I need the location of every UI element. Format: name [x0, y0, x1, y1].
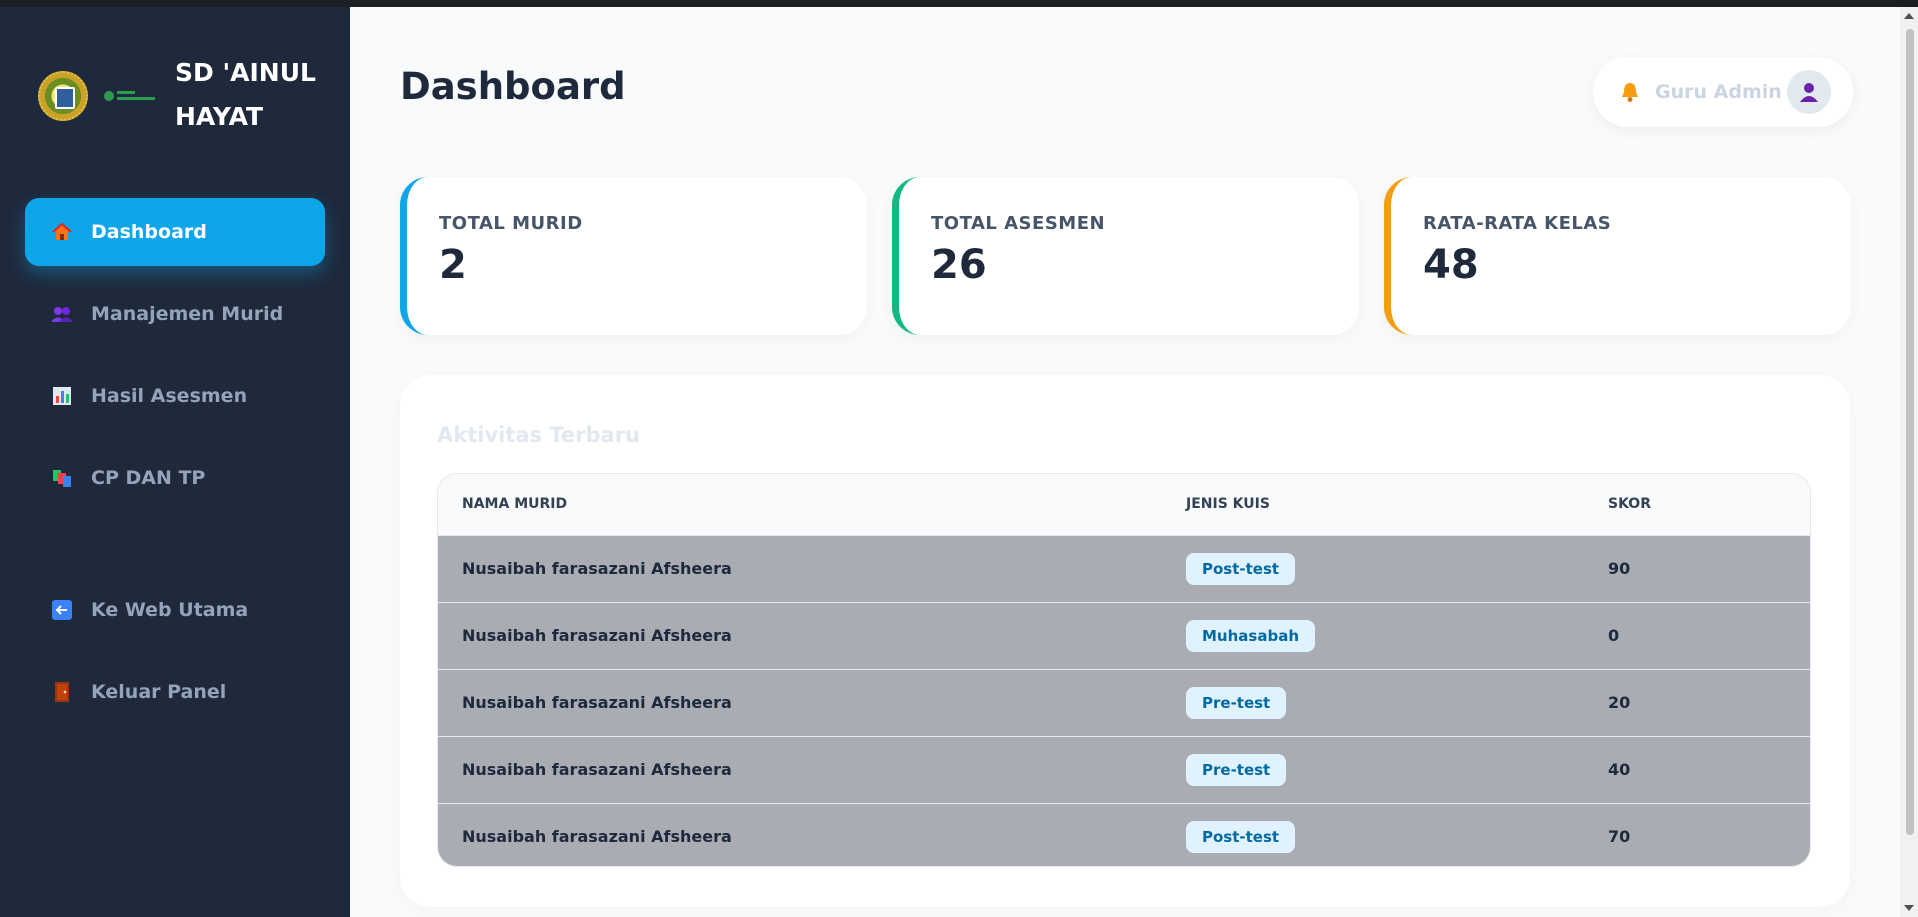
table-row[interactable]: Nusaibah farasazani Afsheera Muhasabah 0: [438, 602, 1810, 669]
column-header-nama-murid: NAMA MURID: [462, 496, 568, 513]
sidebar-item-label: Ke Web Utama: [91, 599, 249, 621]
brand-name: SD 'AINUL HAYAT: [175, 58, 316, 131]
table-row[interactable]: Nusaibah farasazani Afsheera Pre-test 40: [438, 736, 1810, 803]
score-cell: 40: [1608, 760, 1631, 779]
back-arrow-icon: [51, 599, 73, 621]
table-row[interactable]: Nusaibah farasazani Afsheera Pre-test 20: [438, 669, 1810, 736]
score-cell: 70: [1608, 827, 1631, 847]
scroll-up-arrow-icon[interactable]: [1904, 13, 1914, 19]
activity-title: Aktivitas Terbaru: [437, 423, 641, 447]
student-name-cell: Nusaibah farasazani Afsheera: [462, 693, 732, 712]
stat-card-total-murid: TOTAL MURID 2: [400, 177, 867, 335]
quiz-type-badge: Pre-test: [1186, 686, 1287, 719]
users-icon: [51, 303, 73, 325]
door-icon: [51, 681, 73, 703]
table-header-row: NAMA MURID JENIS KUIS SKOR: [438, 474, 1810, 535]
table-row[interactable]: Nusaibah farasazani Afsheera Post-test 7…: [438, 803, 1810, 866]
student-name-cell: Nusaibah farasazani Afsheera: [462, 626, 732, 645]
sidebar-item-label: Keluar Panel: [91, 681, 227, 703]
bar-chart-icon: [51, 385, 73, 407]
avatar[interactable]: [1787, 70, 1831, 114]
stat-value: 2: [439, 242, 467, 288]
partner-logo: [104, 88, 156, 104]
sidebar-item-label: Manajemen Murid: [91, 303, 284, 325]
recent-activity-panel: Aktivitas Terbaru NAMA MURID JENIS KUIS …: [400, 375, 1850, 907]
sidebar-item-keluar-panel[interactable]: Keluar Panel: [25, 658, 325, 726]
activity-table: NAMA MURID JENIS KUIS SKOR Nusaibah fara…: [437, 473, 1811, 867]
sidebar: SD 'AINUL HAYAT Dashboard Manajemen Muri…: [0, 7, 350, 917]
scroll-thumb[interactable]: [1906, 29, 1914, 835]
browser-top-bar: [0, 0, 1918, 7]
house-icon: [51, 221, 73, 243]
student-name-cell: Nusaibah farasazani Afsheera: [462, 760, 732, 779]
stat-card-rata-rata-kelas: RATA-RATA KELAS 48: [1384, 177, 1851, 335]
sidebar-item-cp-dan-tp[interactable]: CP DAN TP: [25, 444, 325, 512]
sidebar-item-ke-web-utama[interactable]: Ke Web Utama: [25, 576, 325, 644]
quiz-type-badge: Post-test: [1186, 552, 1296, 585]
sidebar-item-label: Dashboard: [91, 221, 207, 243]
score-cell: 90: [1608, 559, 1631, 578]
column-header-skor: SKOR: [1608, 496, 1651, 513]
user-icon: [1800, 83, 1818, 102]
sidebar-item-manajemen-murid[interactable]: Manajemen Murid: [25, 280, 325, 348]
sidebar-item-hasil-asesmen[interactable]: Hasil Asesmen: [25, 362, 325, 430]
student-name-cell: Nusaibah farasazani Afsheera: [462, 559, 732, 578]
books-icon: [51, 467, 73, 489]
table-row[interactable]: Nusaibah farasazani Afsheera Post-test 9…: [438, 535, 1810, 602]
stat-value: 26: [931, 242, 987, 288]
quiz-type-badge: Post-test: [1186, 820, 1296, 853]
stat-value: 48: [1423, 242, 1479, 288]
stat-card-total-asesmen: TOTAL ASESMEN 26: [892, 177, 1359, 335]
brand: SD 'AINUL HAYAT: [38, 51, 338, 141]
score-cell: 20: [1608, 693, 1631, 712]
score-cell: 0: [1608, 626, 1620, 645]
quiz-type-badge: Pre-test: [1186, 753, 1287, 786]
stat-label: TOTAL ASESMEN: [931, 213, 1106, 234]
sidebar-item-dashboard[interactable]: Dashboard: [25, 198, 325, 266]
user-name: Guru Admin: [1655, 81, 1782, 103]
quiz-type-badge: Muhasabah: [1186, 619, 1315, 652]
main-content: Dashboard Guru Admin TOTAL MURID 2 TOTAL…: [350, 7, 1900, 917]
sidebar-item-label: Hasil Asesmen: [91, 385, 248, 407]
column-header-jenis-kuis: JENIS KUIS: [1186, 496, 1270, 513]
scroll-down-arrow-icon[interactable]: [1904, 905, 1914, 911]
bell-icon[interactable]: [1619, 81, 1641, 103]
student-name-cell: Nusaibah farasazani Afsheera: [462, 827, 732, 847]
sidebar-item-label: CP DAN TP: [91, 467, 206, 489]
page-title: Dashboard: [400, 65, 626, 108]
stat-label: RATA-RATA KELAS: [1423, 213, 1612, 234]
page-scrollbar[interactable]: [1900, 7, 1918, 917]
stat-label: TOTAL MURID: [439, 213, 583, 234]
school-seal-logo: [38, 71, 88, 121]
user-menu[interactable]: Guru Admin: [1593, 57, 1853, 127]
